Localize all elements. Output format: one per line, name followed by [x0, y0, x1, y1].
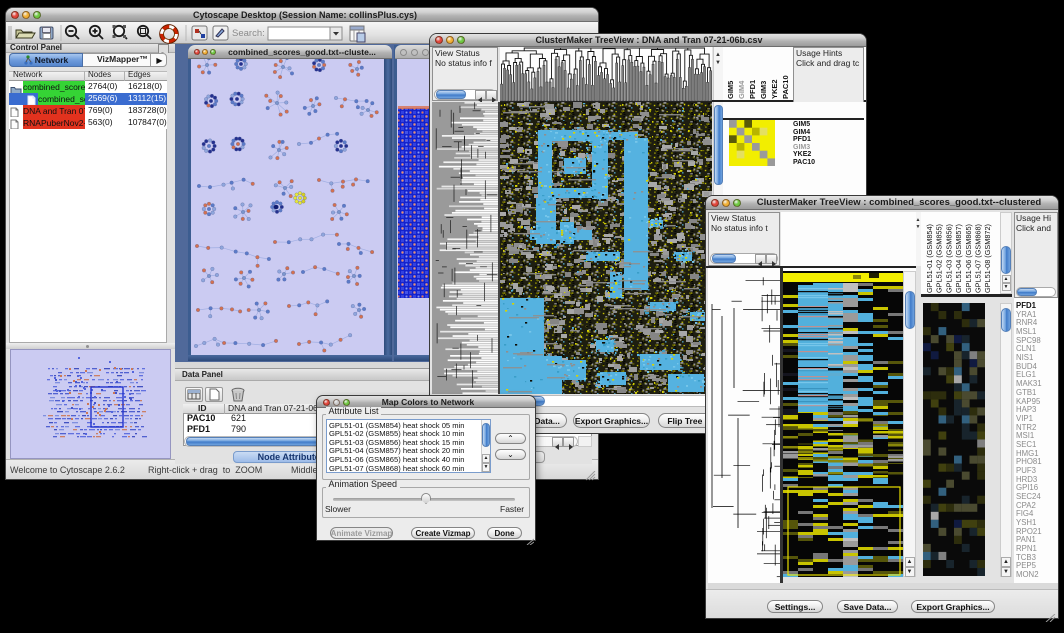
svg-text:GPL51‑06 (GSM865): GPL51‑06 (GSM865): [964, 224, 973, 293]
svg-text:GIM5: GIM5: [726, 81, 735, 99]
svg-text:YKE2: YKE2: [770, 79, 779, 99]
svg-text:Search:: Search:: [232, 28, 265, 39]
svg-text:GPL51‑03 (GSM856): GPL51‑03 (GSM856): [944, 224, 953, 293]
svg-text:GIM4: GIM4: [737, 80, 746, 99]
svg-text:GPL51‑08 (GSM872): GPL51‑08 (GSM872): [983, 224, 992, 293]
svg-text:GIM3: GIM3: [759, 81, 768, 99]
svg-text:GPL51‑07 (GSM868): GPL51‑07 (GSM868): [974, 224, 983, 293]
svg-text:PAC10: PAC10: [781, 75, 790, 99]
svg-text:GPL51‑04 (GSM857): GPL51‑04 (GSM857): [954, 224, 963, 293]
svg-text:GPL51‑02 (GSM855): GPL51‑02 (GSM855): [935, 224, 944, 293]
svg-text:GPL51‑01 (GSM854): GPL51‑01 (GSM854): [925, 224, 934, 293]
svg-text:PFD1: PFD1: [748, 80, 757, 99]
